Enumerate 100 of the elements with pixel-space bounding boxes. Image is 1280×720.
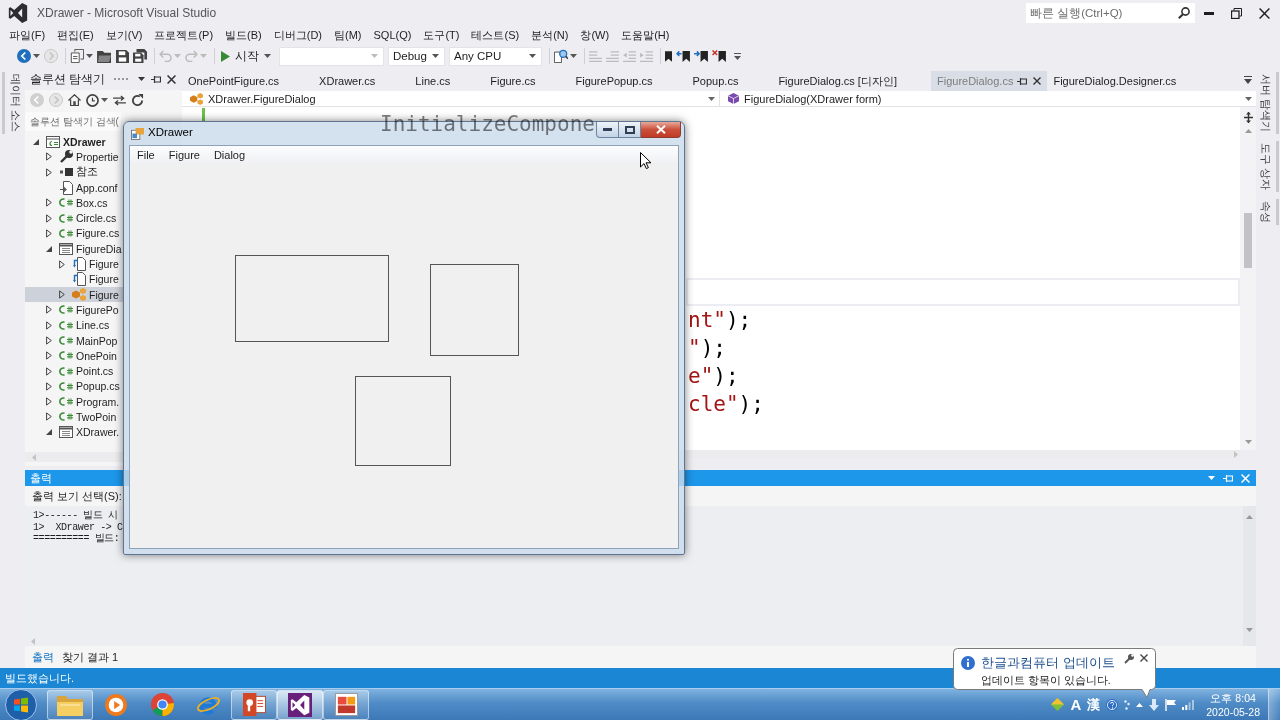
caret-icon[interactable] <box>529 54 536 58</box>
save-icon[interactable] <box>116 49 129 63</box>
tree-item[interactable]: Figure.cs <box>25 225 123 242</box>
stacked-pages-icon[interactable] <box>70 49 84 63</box>
menu-item[interactable]: 빌드(B) <box>219 27 268 43</box>
side-tab[interactable]: 도구 상자 <box>1257 141 1279 193</box>
vertical-scrollbar[interactable] <box>1240 107 1256 450</box>
home-icon[interactable] <box>68 94 81 106</box>
tree-item[interactable]: FigurePo <box>25 302 123 318</box>
previous-bookmark-icon[interactable] <box>676 50 690 62</box>
editor-tab[interactable]: OnePointFigure.cs <box>182 71 314 91</box>
editor-tab[interactable]: Popup.cs <box>686 71 773 91</box>
maximize-button[interactable] <box>619 122 641 138</box>
side-tab[interactable]: 서버 탐색기 <box>1257 72 1279 135</box>
collapsed-arrow-icon[interactable] <box>46 213 52 223</box>
editor-tab[interactable]: FigureDialog.cs [디자인] <box>772 71 931 91</box>
tree-item[interactable]: OnePoin <box>25 348 123 364</box>
collapsed-arrow-icon[interactable] <box>46 381 52 391</box>
wheel-logo-icon[interactable] <box>150 693 174 716</box>
tree-item[interactable]: Propertie <box>25 149 123 165</box>
tree-item[interactable]: Program. <box>25 394 123 410</box>
back-icon[interactable] <box>17 49 31 63</box>
caret-icon[interactable] <box>432 54 439 58</box>
signal-bars-icon[interactable] <box>1182 699 1195 710</box>
menu-item[interactable]: 도구(T) <box>417 27 466 43</box>
editor-tab[interactable]: Line.cs <box>409 71 485 91</box>
scroll-up-icon[interactable] <box>1244 129 1252 133</box>
collapsed-arrow-icon[interactable] <box>46 305 52 315</box>
panel-tab[interactable]: 출력 <box>28 649 58 665</box>
tab-overflow-icon[interactable] <box>1244 75 1252 84</box>
pin-icon[interactable] <box>151 74 161 84</box>
flag-icon[interactable] <box>1165 698 1177 711</box>
panel-tab[interactable]: 찾기 결과 1 <box>58 649 123 665</box>
taskbar-button[interactable] <box>277 689 323 720</box>
input-mode-text[interactable]: 漢 <box>1087 696 1101 713</box>
menu-item[interactable]: 보기(V) <box>99 27 149 43</box>
tree-item[interactable]: Popup.cs <box>25 378 123 395</box>
collapsed-arrow-icon[interactable] <box>46 412 52 422</box>
sync-icon[interactable] <box>113 94 126 106</box>
editor-tab[interactable]: Figure.cs <box>484 71 570 91</box>
editor-tab[interactable]: FigurePopup.cs <box>569 71 687 91</box>
caret-icon[interactable] <box>570 54 577 58</box>
bookmark-cross-icon[interactable] <box>712 50 726 62</box>
dropdown-field[interactable] <box>279 46 384 66</box>
tree-item[interactable]: Line.cs <box>25 317 123 333</box>
start-orb-icon[interactable] <box>5 688 37 720</box>
expanded-arrow-icon[interactable] <box>33 138 39 145</box>
play-icon[interactable] <box>221 50 230 62</box>
menu-item[interactable]: 디버그(D) <box>267 27 328 43</box>
split-handle-icon[interactable] <box>1243 112 1253 123</box>
tree-item[interactable]: XDrawer. <box>25 424 123 440</box>
menu-item[interactable]: Figure <box>161 148 207 161</box>
help-icon[interactable] <box>1106 698 1119 711</box>
menu-item[interactable]: 도움말(H) <box>615 27 676 43</box>
menu-item[interactable]: SQL(Q) <box>367 29 418 41</box>
down-arrow-icon[interactable] <box>1149 698 1160 711</box>
taskbar-button[interactable] <box>231 689 277 720</box>
menu-item[interactable]: 창(W) <box>574 27 616 43</box>
pin-icon[interactable] <box>1017 76 1028 86</box>
caret-icon[interactable] <box>1245 96 1252 101</box>
search-document-icon[interactable] <box>554 49 568 63</box>
collapsed-arrow-icon[interactable] <box>46 336 52 345</box>
clock-icon[interactable] <box>86 93 99 107</box>
minimize-button[interactable] <box>596 122 619 138</box>
member-dropdown[interactable]: FigureDialog(XDrawer form) <box>720 91 1256 106</box>
up-caret-icon[interactable] <box>1136 702 1144 707</box>
tree-item[interactable]: Figure <box>25 286 123 303</box>
close-icon[interactable] <box>1033 77 1042 85</box>
close-icon[interactable] <box>1259 7 1270 19</box>
tree-item[interactable]: App.conf <box>25 179 123 196</box>
tree-item[interactable]: TwoPoin <box>25 409 123 425</box>
expanded-arrow-icon[interactable] <box>46 429 52 436</box>
wrench-icon[interactable] <box>1124 654 1134 664</box>
taskbar-button[interactable] <box>323 689 369 720</box>
collapsed-arrow-icon[interactable] <box>46 167 52 177</box>
collapsed-arrow-icon[interactable] <box>46 366 52 376</box>
start-button[interactable]: 시작 <box>219 48 273 64</box>
collapsed-arrow-icon[interactable] <box>46 228 52 238</box>
expanded-arrow-icon[interactable] <box>46 245 52 252</box>
search-icon[interactable] <box>1178 7 1190 19</box>
quick-launch-field[interactable]: 빠른 실행(Ctrl+Q) <box>1030 7 1178 19</box>
caret-icon[interactable] <box>708 96 715 101</box>
tree-item[interactable]: MainPop <box>25 332 123 349</box>
caret-icon[interactable] <box>138 77 145 81</box>
refresh-icon[interactable] <box>131 93 144 107</box>
maximize-icon[interactable] <box>624 125 635 134</box>
folder-icon[interactable] <box>97 49 112 63</box>
tree-item[interactable]: Figure <box>25 256 123 272</box>
scroll-thumb[interactable] <box>1244 213 1252 268</box>
menu-item[interactable]: File <box>130 148 162 161</box>
tree-item[interactable]: Box.cs <box>25 195 123 211</box>
bookmark-icon[interactable] <box>665 50 672 62</box>
tree-item[interactable]: Point.cs <box>25 363 123 379</box>
editor-tab[interactable]: FigureDialog.Designer.cs <box>1047 71 1211 91</box>
next-bookmark-icon[interactable] <box>694 50 708 62</box>
show-desktop-button[interactable] <box>1268 689 1280 720</box>
collapsed-arrow-icon[interactable] <box>46 351 52 361</box>
collapsed-arrow-icon[interactable] <box>46 152 52 162</box>
menu-item[interactable]: Dialog <box>206 148 253 161</box>
restore-icon[interactable] <box>1231 7 1242 19</box>
